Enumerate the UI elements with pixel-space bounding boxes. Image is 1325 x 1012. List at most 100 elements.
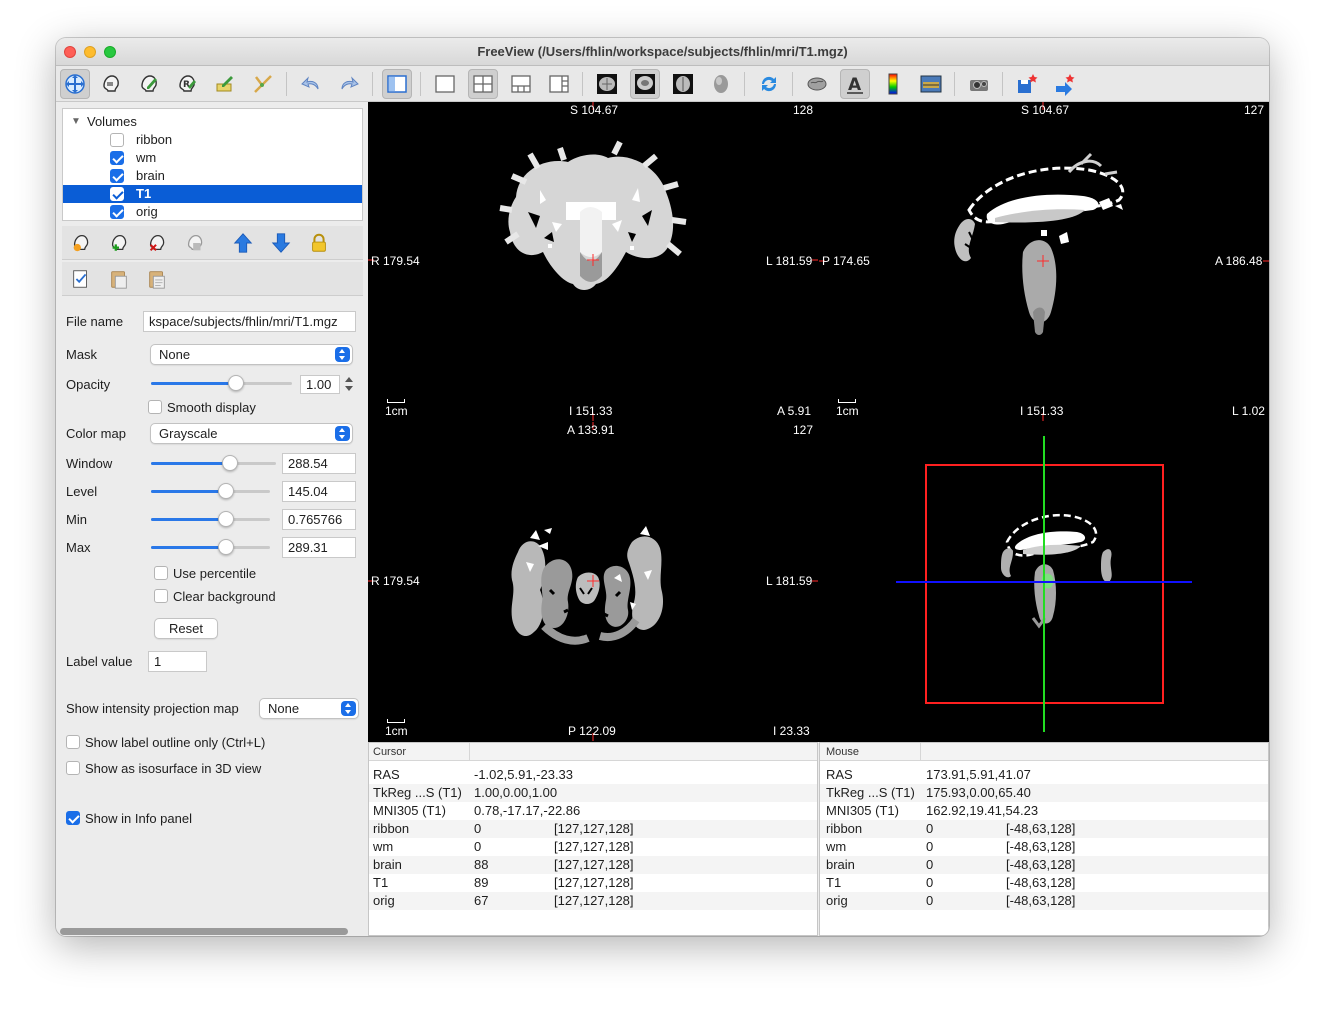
paste-setting-button[interactable] <box>144 266 170 292</box>
layout-1-3-button[interactable] <box>506 69 536 99</box>
info-value[interactable]: 162.92,19.41,54.23 <box>926 802 1038 820</box>
use-percentile-checkbox[interactable]: Use percentile <box>154 566 256 582</box>
table-row[interactable]: orig 67 [127,127,128] <box>369 892 817 910</box>
table-row[interactable]: MNI305 (T1) 0.78,-17.17,-22.86 <box>369 802 817 820</box>
layer-visible-checkbox[interactable] <box>110 187 124 201</box>
navigate-tool-button[interactable] <box>60 69 90 99</box>
slider-handle[interactable] <box>227 375 244 391</box>
slider-handle[interactable] <box>217 483 234 499</box>
table-row[interactable]: T1 0 [-48,63,128] <box>820 874 1268 892</box>
checkbox-box[interactable] <box>148 400 162 414</box>
move-layer-down-button[interactable] <box>268 230 294 256</box>
view-3d-button[interactable] <box>706 69 736 99</box>
show-info-panel-button[interactable] <box>916 69 946 99</box>
tree-item-wm[interactable]: wm <box>63 149 362 167</box>
slider-handle[interactable] <box>217 539 234 555</box>
chevron-down-icon[interactable]: ▼ <box>71 113 81 131</box>
color-map-select[interactable]: Grayscale <box>150 423 353 444</box>
view-sagittal-button[interactable] <box>592 69 622 99</box>
table-row[interactable]: orig 0 [-48,63,128] <box>820 892 1268 910</box>
file-name-field[interactable]: kspace/subjects/fhlin/mri/T1.mgz <box>143 311 356 332</box>
show-annotation-text-button[interactable]: A <box>840 69 870 99</box>
layer-visible-checkbox[interactable] <box>110 205 124 219</box>
projection-map-select[interactable]: None <box>259 698 359 719</box>
max-slider[interactable] <box>151 539 270 555</box>
window-slider[interactable] <box>151 455 276 471</box>
3d-view[interactable] <box>819 422 1269 741</box>
info-value[interactable]: 175.93,0.00,65.40 <box>926 784 1031 802</box>
layout-1x1-button[interactable] <box>430 69 460 99</box>
table-row[interactable]: RAS -1.02,5.91,-23.33 <box>369 766 817 784</box>
info-value[interactable]: 173.91,5.91,41.07 <box>926 766 1031 784</box>
save-volume-button[interactable] <box>182 230 208 256</box>
show-color-scale-button[interactable] <box>878 69 908 99</box>
point-set-edit-button[interactable] <box>210 69 240 99</box>
table-row[interactable]: RAS 173.91,5.91,41.07 <box>820 766 1268 784</box>
undo-button[interactable] <box>296 69 326 99</box>
layer-visible-checkbox[interactable] <box>110 133 124 147</box>
opacity-spinner[interactable] <box>343 374 355 395</box>
table-row[interactable]: TkReg ...S (T1) 175.93,0.00,65.40 <box>820 784 1268 802</box>
opacity-slider[interactable] <box>151 375 292 391</box>
recon-edit-button[interactable] <box>134 69 164 99</box>
tree-item-ribbon[interactable]: ribbon <box>63 131 362 149</box>
toggle-panel-button[interactable] <box>382 69 412 99</box>
panel-horizontal-scrollbar[interactable] <box>60 928 348 935</box>
tree-item-t1[interactable]: T1 <box>63 185 362 203</box>
info-value[interactable]: 0.78,-17.17,-22.86 <box>474 802 580 820</box>
layout-2x2-button[interactable] <box>468 69 498 99</box>
save-point-button[interactable] <box>1012 69 1042 99</box>
show-surface-button[interactable] <box>802 69 832 99</box>
label-value-field[interactable]: 1 <box>148 651 207 672</box>
layout-1-3-horizontal-button[interactable] <box>544 69 574 99</box>
load-volume-button[interactable] <box>106 230 132 256</box>
reset-view-button[interactable] <box>754 69 784 99</box>
table-row[interactable]: MNI305 (T1) 162.92,19.41,54.23 <box>820 802 1268 820</box>
table-row[interactable]: brain 0 [-48,63,128] <box>820 856 1268 874</box>
level-field[interactable]: 145.04 <box>282 481 356 502</box>
tree-item-orig[interactable]: orig <box>63 203 362 221</box>
goto-point-button[interactable] <box>1050 69 1080 99</box>
opacity-field[interactable]: 1.00 <box>300 375 340 394</box>
copy-setting-button[interactable] <box>106 266 132 292</box>
min-slider[interactable] <box>151 511 270 527</box>
mask-select[interactable]: None <box>150 344 353 365</box>
checkbox-box[interactable] <box>154 589 168 603</box>
checkbox-box[interactable] <box>66 811 80 825</box>
table-row[interactable]: wm 0 [127,127,128] <box>369 838 817 856</box>
min-field[interactable]: 0.765766 <box>282 509 356 530</box>
clear-background-checkbox[interactable]: Clear background <box>154 589 276 605</box>
window-field[interactable]: 288.54 <box>282 453 356 474</box>
max-field[interactable]: 289.31 <box>282 537 356 558</box>
roi-edit-button[interactable]: R <box>172 69 202 99</box>
slider-handle[interactable] <box>217 511 234 527</box>
tree-item-brain[interactable]: brain <box>63 167 362 185</box>
info-value[interactable]: -1.02,5.91,-23.33 <box>474 766 573 784</box>
sagittal-view[interactable]: S 104.67 127 P 174.65 A 186.48 I 151.33 … <box>819 102 1269 421</box>
view-coronal-button[interactable] <box>630 69 660 99</box>
isosurface-checkbox[interactable]: Show as isosurface in 3D view <box>66 761 261 777</box>
close-volume-button[interactable] <box>144 230 170 256</box>
checkbox-box[interactable] <box>154 566 168 580</box>
axial-view[interactable]: A 133.91 127 R 179.54 L 181.59 P 122.09 … <box>368 422 818 741</box>
move-layer-up-button[interactable] <box>230 230 256 256</box>
table-row[interactable]: brain 88 [127,127,128] <box>369 856 817 874</box>
slider-handle[interactable] <box>221 455 238 471</box>
voxel-edit-button[interactable] <box>96 69 126 99</box>
select-all-layers-button[interactable] <box>68 266 94 292</box>
reset-button[interactable]: Reset <box>154 618 218 639</box>
table-row[interactable]: T1 89 [127,127,128] <box>369 874 817 892</box>
info-value[interactable]: 1.00,0.00,1.00 <box>474 784 557 802</box>
contour-tool-button[interactable] <box>248 69 278 99</box>
smooth-display-checkbox[interactable]: Smooth display <box>148 400 256 416</box>
table-row[interactable]: wm 0 [-48,63,128] <box>820 838 1268 856</box>
label-outline-checkbox[interactable]: Show label outline only (Ctrl+L) <box>66 735 265 751</box>
layer-visible-checkbox[interactable] <box>110 151 124 165</box>
redo-button[interactable] <box>334 69 364 99</box>
tree-group-volumes[interactable]: ▼ Volumes <box>63 113 362 131</box>
table-row[interactable]: ribbon 0 [-48,63,128] <box>820 820 1268 838</box>
level-slider[interactable] <box>151 483 270 499</box>
lock-layer-button[interactable] <box>306 230 332 256</box>
layer-visible-checkbox[interactable] <box>110 169 124 183</box>
snapshot-button[interactable] <box>964 69 994 99</box>
